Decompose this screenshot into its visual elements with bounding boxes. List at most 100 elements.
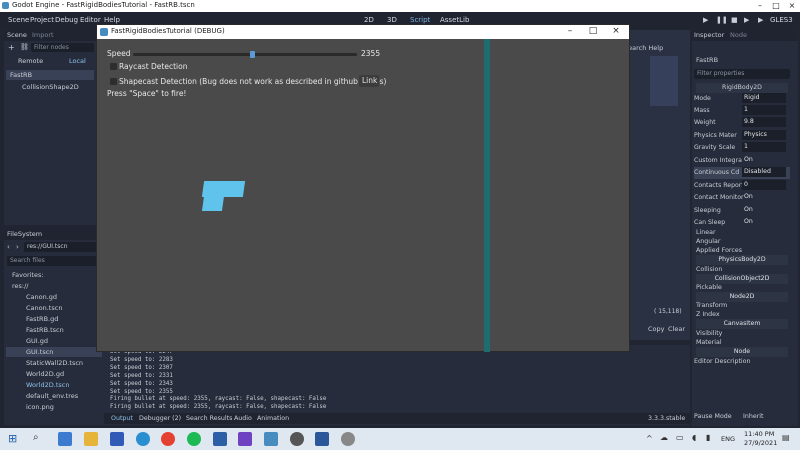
minimize-icon[interactable]: – (559, 25, 581, 39)
prop-physics-material[interactable]: Physics Mater Physics (694, 130, 790, 142)
edge-icon[interactable] (136, 432, 150, 446)
view-assetlib[interactable]: AssetLib (440, 16, 469, 24)
mail-icon[interactable] (58, 432, 72, 446)
tab-node[interactable]: Node (730, 31, 747, 39)
stop-icon[interactable]: ■ (731, 16, 738, 24)
file-item[interactable]: icon.png (26, 403, 54, 411)
link-icon[interactable]: ⛓ (20, 43, 29, 51)
prop-weight[interactable]: Weight 9.8 (694, 117, 790, 129)
file-item[interactable]: World2D.gd (26, 370, 64, 378)
raycast-checkbox[interactable] (110, 63, 117, 70)
local-toggle[interactable]: Local (69, 57, 86, 65)
section-transform[interactable]: Transform (696, 302, 727, 309)
settings-icon[interactable] (341, 432, 355, 446)
tray-chevron-icon[interactable]: ^ (646, 434, 653, 443)
search-icon[interactable]: ⌕ (33, 432, 39, 443)
prop-sleeping[interactable]: Sleeping On (694, 205, 790, 217)
language-indicator[interactable]: ENG (721, 435, 735, 443)
view-script[interactable]: Script (410, 16, 430, 24)
play-scene-icon[interactable]: ▶ (744, 16, 749, 24)
tab-inspector[interactable]: Inspector (694, 31, 724, 39)
clock-time[interactable]: 11:40 PM (744, 430, 774, 438)
cloud-icon[interactable]: ☁ (660, 433, 668, 442)
file-item[interactable]: GUI.gd (26, 337, 48, 345)
vscode-icon[interactable] (238, 432, 252, 446)
minimize-icon[interactable]: – (752, 0, 768, 12)
clock-app-icon[interactable] (290, 432, 304, 446)
speed-slider[interactable] (133, 51, 357, 58)
tab-animation[interactable]: Animation (257, 415, 289, 422)
prop-contact-monitor[interactable]: Contact Monitor On (694, 192, 790, 204)
clear-button[interactable]: Clear (668, 325, 685, 333)
maximize-icon[interactable]: □ (582, 25, 604, 39)
view-3d[interactable]: 3D (387, 16, 397, 24)
section-material[interactable]: Material (696, 339, 722, 346)
spotify-icon[interactable] (187, 432, 201, 446)
file-item[interactable]: World2D.tscn (26, 381, 69, 389)
prop-custom-integrator[interactable]: Custom Integra On (694, 155, 790, 167)
network-icon[interactable]: ▭ (676, 433, 684, 442)
section-visibility[interactable]: Visibility (696, 330, 722, 337)
prop-mode[interactable]: Mode Rigid (694, 93, 790, 105)
favorites-header[interactable]: Favorites: (12, 271, 44, 279)
menu-debug[interactable]: Debug (55, 16, 78, 24)
tree-item-fastrb[interactable]: FastRB (10, 71, 32, 79)
section-pickable[interactable]: Pickable (696, 284, 722, 291)
renderer-label[interactable]: GLES3 (770, 16, 793, 24)
file-item[interactable]: StaticWall2D.tscn (26, 359, 83, 367)
prop-mass[interactable]: Mass 1 (694, 105, 790, 117)
file-item[interactable]: default_env.tres (26, 392, 78, 400)
inspector-filter[interactable]: Filter properties (694, 69, 790, 79)
play-icon[interactable]: ▶ (703, 16, 708, 24)
clock-date[interactable]: 27/9/2021 (744, 439, 777, 447)
copy-button[interactable]: Copy (648, 325, 665, 333)
inspector-node-name[interactable]: FastRB (696, 56, 718, 64)
res-root[interactable]: res:// (12, 282, 29, 290)
add-node-icon[interactable]: + (8, 43, 15, 52)
prop-can-sleep[interactable]: Can Sleep On (694, 217, 790, 229)
tab-scene[interactable]: Scene (7, 31, 27, 39)
close-icon[interactable]: × (784, 0, 800, 12)
remote-toggle[interactable]: Remote (18, 57, 43, 65)
powershell-icon[interactable] (110, 432, 124, 446)
section-angular[interactable]: Angular (696, 238, 720, 245)
file-item[interactable]: GUI.tscn (26, 348, 53, 356)
menu-editor[interactable]: Editor (80, 16, 101, 24)
section-applied-forces[interactable]: Applied Forces (696, 247, 742, 254)
filesystem-path[interactable]: res://GUI.tscn (24, 242, 100, 252)
menu-scene[interactable]: Scene (8, 16, 29, 24)
file-item[interactable]: Canon.gd (26, 293, 57, 301)
chrome-icon[interactable] (161, 432, 175, 446)
forward-icon[interactable]: › (16, 243, 19, 251)
back-icon[interactable]: ‹ (7, 243, 10, 251)
windows-start-icon[interactable]: ⊞ (8, 432, 17, 445)
tab-import[interactable]: Import (32, 31, 54, 39)
battery-icon[interactable]: ▮ (706, 433, 710, 442)
filesystem-search[interactable]: Search files (7, 256, 100, 266)
close-icon[interactable]: × (605, 25, 627, 39)
tab-search-results[interactable]: Search Results (186, 415, 232, 422)
link-button[interactable]: Link (359, 75, 379, 87)
section-zindex[interactable]: Z Index (696, 311, 720, 318)
prop-contacts-reported[interactable]: Contacts Report 0 (694, 180, 790, 192)
pause-mode-value[interactable]: Inherit (743, 413, 764, 420)
shapecast-checkbox[interactable] (110, 78, 117, 85)
word-icon[interactable] (315, 432, 329, 446)
file-explorer-icon[interactable] (84, 432, 98, 446)
app-icon[interactable] (213, 432, 227, 446)
tree-item-collisionshape2d[interactable]: CollisionShape2D (22, 83, 79, 91)
speaker-icon[interactable]: ◖ (692, 433, 696, 442)
tab-output[interactable]: Output (111, 415, 133, 422)
maximize-icon[interactable]: □ (768, 0, 784, 12)
pause-icon[interactable]: ❚❚ (716, 16, 728, 24)
tab-filesystem[interactable]: FileSystem (7, 230, 42, 238)
slider-grabber[interactable] (249, 51, 255, 58)
menu-project[interactable]: Project (30, 16, 54, 24)
play-custom-icon[interactable]: ▶ (758, 16, 763, 24)
tab-audio[interactable]: Audio (234, 415, 252, 422)
godot-taskbar-icon[interactable] (264, 432, 278, 446)
view-2d[interactable]: 2D (364, 16, 374, 24)
tab-debugger[interactable]: Debugger (2) (139, 415, 181, 422)
section-linear[interactable]: Linear (696, 229, 716, 236)
file-item[interactable]: Canon.tscn (26, 304, 62, 312)
